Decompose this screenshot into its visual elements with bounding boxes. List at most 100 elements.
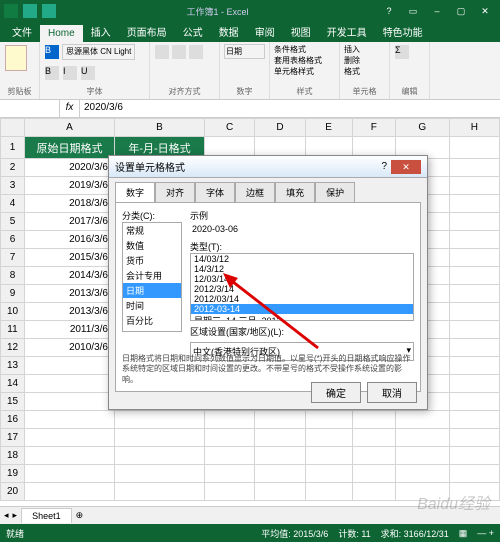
cancel-button[interactable]: 取消: [367, 382, 417, 403]
title-bar: 工作簿1 - Excel ? ▭ – ▢ ✕: [0, 0, 500, 22]
locale-label: 区域设置(国家/地区)(L):: [190, 325, 414, 338]
tab-dev[interactable]: 开发工具: [319, 21, 375, 42]
formula-bar: fx 2020/3/6: [0, 100, 500, 118]
cat-time[interactable]: 时间: [123, 298, 181, 313]
dtab-number[interactable]: 数字: [115, 182, 155, 202]
watermark: Baidu经验: [417, 490, 490, 514]
ok-button[interactable]: 确定: [311, 382, 361, 403]
cat-number[interactable]: 数值: [123, 238, 181, 253]
sheet-tab[interactable]: Sheet1: [21, 508, 72, 523]
dtab-font[interactable]: 字体: [195, 182, 235, 202]
sample-value: 2020-03-06: [190, 222, 414, 236]
sum-icon[interactable]: Σ: [395, 45, 409, 59]
format-button[interactable]: 格式: [344, 66, 385, 77]
maximize-icon[interactable]: ▢: [450, 3, 472, 19]
type-item[interactable]: 2012/3/14: [191, 284, 413, 294]
app-icon: [4, 4, 18, 18]
underline-button[interactable]: U: [81, 66, 95, 80]
sheet-nav-next-icon[interactable]: ▸: [13, 510, 18, 521]
align-center-icon[interactable]: [172, 45, 186, 59]
view-normal-icon[interactable]: ▦: [459, 528, 468, 539]
type-item[interactable]: 2012/03/14: [191, 294, 413, 304]
type-item-selected[interactable]: 2012-03-14: [191, 304, 413, 314]
col-d[interactable]: D: [255, 119, 305, 137]
close-icon[interactable]: ✕: [474, 3, 496, 19]
group-clipboard: 剪贴板: [0, 42, 40, 99]
dtab-fill[interactable]: 填充: [275, 182, 315, 202]
status-ready: 就绪: [6, 527, 24, 540]
cond-format-button[interactable]: 条件格式: [274, 44, 335, 55]
dialog-tabs: 数字 对齐 字体 边框 填充 保护: [109, 178, 427, 202]
minimize-icon[interactable]: –: [426, 3, 448, 19]
select-all[interactable]: [1, 119, 25, 137]
align-left-icon[interactable]: [155, 45, 169, 59]
col-a[interactable]: A: [25, 119, 115, 137]
document-title: 工作簿1 - Excel: [57, 5, 378, 18]
tab-layout[interactable]: 页面布局: [119, 21, 175, 42]
name-box[interactable]: [0, 100, 60, 117]
type-list[interactable]: 14/03/12 14/3/12 12/03/14 2012/3/14 2012…: [190, 253, 414, 321]
bold-button[interactable]: B: [45, 66, 59, 80]
type-item[interactable]: 14/03/12: [191, 254, 413, 264]
qat[interactable]: [22, 3, 57, 19]
status-sum: 求和: 3166/12/31: [381, 527, 449, 540]
cat-currency[interactable]: 货币: [123, 253, 181, 268]
tab-home[interactable]: Home: [40, 25, 83, 42]
col-e[interactable]: E: [305, 119, 352, 137]
tab-view[interactable]: 视图: [283, 21, 319, 42]
tab-insert[interactable]: 插入: [83, 21, 119, 42]
format-cells-dialog: 设置单元格格式 ? ✕ 数字 对齐 字体 边框 填充 保护 分类(C): 常规 …: [108, 155, 428, 410]
dialog-titlebar[interactable]: 设置单元格格式 ? ✕: [109, 156, 427, 178]
sample-label: 示例: [190, 209, 414, 222]
dtab-border[interactable]: 边框: [235, 182, 275, 202]
delete-button[interactable]: 删除: [344, 55, 385, 66]
type-item[interactable]: 星期三, 14 三月, 2012: [191, 314, 413, 321]
category-list[interactable]: 常规 数值 货币 会计专用 日期 时间 百分比 分数 科学记数 文本 特殊 自定…: [122, 222, 182, 332]
col-b[interactable]: B: [115, 119, 205, 137]
add-sheet-icon[interactable]: ⊕: [76, 510, 84, 521]
cat-fraction[interactable]: 分数: [123, 328, 181, 332]
paste-button[interactable]: [4, 44, 35, 74]
formula-input[interactable]: 2020/3/6: [80, 100, 500, 117]
tab-feature[interactable]: 特色功能: [375, 21, 431, 42]
bluetooth-icon[interactable]: B: [45, 45, 59, 59]
group-cells: 插入删除格式 单元格: [340, 42, 390, 99]
tab-data[interactable]: 数据: [211, 21, 247, 42]
col-headers: A B C D E F G H: [1, 119, 500, 137]
ribbon-toggle-icon[interactable]: ▭: [402, 3, 424, 19]
tab-formula[interactable]: 公式: [175, 21, 211, 42]
italic-button[interactable]: I: [63, 66, 77, 80]
sheet-nav-prev-icon[interactable]: ◂: [4, 510, 9, 521]
cat-percent[interactable]: 百分比: [123, 313, 181, 328]
dialog-help-icon[interactable]: ?: [381, 161, 387, 172]
dtab-protect[interactable]: 保护: [315, 182, 355, 202]
number-format-select[interactable]: 日期: [224, 44, 265, 59]
row-head[interactable]: 1: [1, 137, 25, 159]
ribbon-tabs: 文件 Home 插入 页面布局 公式 数据 审阅 视图 开发工具 特色功能: [0, 22, 500, 42]
col-c[interactable]: C: [205, 119, 255, 137]
tab-review[interactable]: 审阅: [247, 21, 283, 42]
table-format-button[interactable]: 套用表格格式: [274, 55, 335, 66]
cell-style-button[interactable]: 单元格样式: [274, 66, 335, 77]
col-h[interactable]: H: [449, 119, 499, 137]
col-g[interactable]: G: [395, 119, 449, 137]
tab-file[interactable]: 文件: [4, 21, 40, 42]
align-right-icon[interactable]: [189, 45, 203, 59]
type-item[interactable]: 12/03/14: [191, 274, 413, 284]
ribbon: 剪贴板 B思源黑体 CN Light BIU 字体 对齐方式 日期 数字 条件格…: [0, 42, 500, 100]
dtab-align[interactable]: 对齐: [155, 182, 195, 202]
type-label: 类型(T):: [190, 240, 414, 253]
cat-general[interactable]: 常规: [123, 223, 181, 238]
fx-button[interactable]: fx: [60, 100, 80, 117]
insert-button[interactable]: 插入: [344, 44, 385, 55]
format-description: 日期格式将日期和时间系列数值显示为日期值。以星号(*)开头的日期格式响应操作系统…: [122, 354, 414, 385]
zoom-slider[interactable]: — +: [477, 528, 494, 538]
dialog-close-icon[interactable]: ✕: [391, 160, 421, 174]
help-icon[interactable]: ?: [378, 3, 400, 19]
cat-date[interactable]: 日期: [123, 283, 181, 298]
font-name-select[interactable]: 思源黑体 CN Light: [62, 44, 135, 60]
header-a[interactable]: 原始日期格式: [25, 137, 115, 159]
type-item[interactable]: 14/3/12: [191, 264, 413, 274]
cat-accounting[interactable]: 会计专用: [123, 268, 181, 283]
col-f[interactable]: F: [352, 119, 395, 137]
